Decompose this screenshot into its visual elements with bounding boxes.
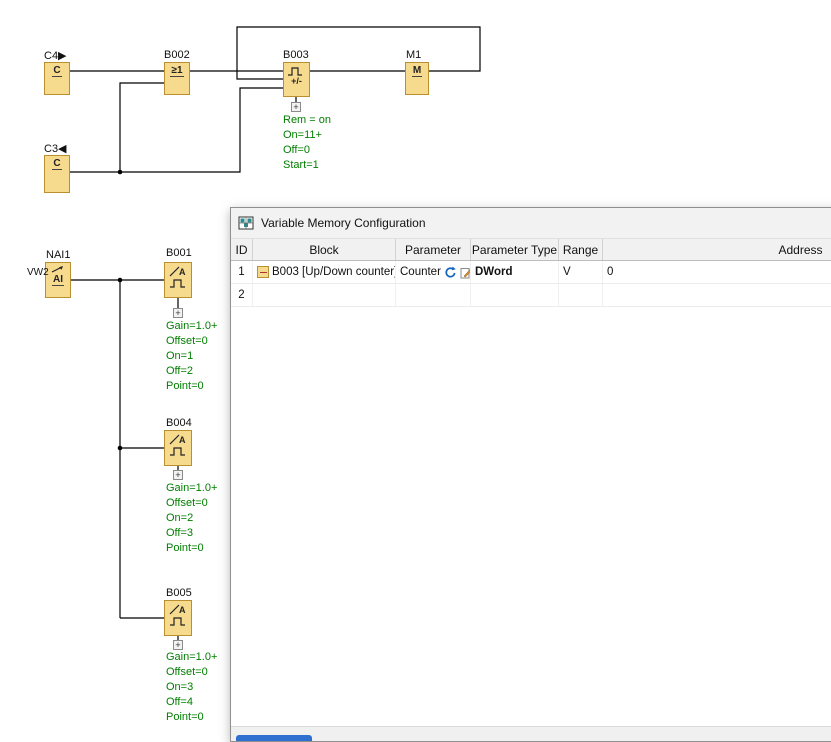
cell-id: 1 bbox=[231, 261, 253, 283]
block-b002[interactable]: ≥1 bbox=[164, 62, 190, 95]
variable-memory-dialog: Variable Memory Configuration ID Block P… bbox=[230, 207, 831, 742]
block-b004-label: B004 bbox=[166, 417, 192, 429]
column-header-address: Address bbox=[603, 239, 831, 260]
updown-counter-symbol: +/- bbox=[291, 77, 302, 86]
b001-params: Gain=1.0+ Offset=0 On=1 Off=2 Point=0 bbox=[166, 319, 217, 394]
param-line: Off=2 bbox=[166, 364, 217, 379]
expand-params-icon[interactable]: + bbox=[173, 470, 183, 480]
block-c4[interactable]: C bbox=[44, 62, 70, 95]
marker-symbol: M bbox=[412, 65, 422, 77]
counter-symbol: C bbox=[52, 65, 61, 77]
expand-params-icon[interactable]: + bbox=[173, 640, 183, 650]
svg-text:A: A bbox=[179, 605, 186, 615]
block-b001-label: B001 bbox=[166, 247, 192, 259]
column-header-id: ID bbox=[231, 239, 253, 260]
block-m1-label: M1 bbox=[406, 49, 421, 61]
param-line: Off=3 bbox=[166, 526, 217, 541]
block-b005[interactable]: A bbox=[164, 600, 192, 636]
cell-block[interactable]: B003 [Up/Down counter] bbox=[253, 261, 396, 283]
param-line: Gain=1.0+ bbox=[166, 481, 217, 496]
or-gate-symbol: ≥1 bbox=[170, 65, 183, 77]
dialog-title: Variable Memory Configuration bbox=[261, 216, 426, 230]
block-m1[interactable]: M bbox=[405, 62, 429, 95]
column-header-block: Block bbox=[253, 239, 396, 260]
refresh-icon[interactable] bbox=[444, 266, 457, 279]
param-line: On=2 bbox=[166, 511, 217, 526]
param-line: Point=0 bbox=[166, 541, 217, 556]
memory-icon bbox=[238, 215, 254, 231]
param-line: On=11+ bbox=[283, 128, 331, 143]
analog-trigger-icon: A bbox=[167, 265, 189, 291]
b004-params: Gain=1.0+ Offset=0 On=2 Off=3 Point=0 bbox=[166, 481, 217, 556]
counter-symbol: C bbox=[52, 158, 61, 170]
param-line: Off=0 bbox=[283, 143, 331, 158]
table-row[interactable]: 2 bbox=[231, 284, 831, 307]
edit-pencil-icon[interactable] bbox=[460, 266, 471, 279]
expand-params-icon[interactable]: + bbox=[173, 308, 183, 318]
cell-block[interactable] bbox=[253, 284, 396, 306]
analog-arrow-icon bbox=[49, 265, 67, 274]
param-line: Off=4 bbox=[166, 695, 217, 710]
param-line: Point=0 bbox=[166, 710, 217, 725]
block-c4-label: C4▶ bbox=[44, 49, 67, 62]
param-line: Gain=1.0+ bbox=[166, 650, 217, 665]
block-c3[interactable]: C bbox=[44, 155, 70, 193]
memory-table: ID Block Parameter Parameter Type Range … bbox=[231, 239, 831, 726]
block-b001[interactable]: A bbox=[164, 262, 192, 298]
block-b005-label: B005 bbox=[166, 587, 192, 599]
cell-parameter[interactable] bbox=[396, 284, 471, 306]
param-line: On=1 bbox=[166, 349, 217, 364]
cell-address[interactable]: 0 bbox=[603, 261, 831, 283]
cell-parameter-type[interactable]: DWord bbox=[471, 261, 559, 283]
block-b002-label: B002 bbox=[164, 49, 190, 61]
svg-text:A: A bbox=[179, 435, 186, 445]
param-line: Offset=0 bbox=[166, 496, 217, 511]
param-line: Gain=1.0+ bbox=[166, 319, 217, 334]
block-nai1-label: NAI1 bbox=[46, 249, 70, 261]
block-b003[interactable]: +/- bbox=[283, 62, 310, 97]
fbd-canvas[interactable]: C4▶ B002 B003 M1 C3◀ NAI1 VW2 B001 B004 … bbox=[0, 0, 831, 742]
cell-block-text: B003 [Up/Down counter] bbox=[272, 266, 396, 278]
cell-parameter-type[interactable] bbox=[471, 284, 559, 306]
cell-parameter[interactable]: Counter bbox=[396, 261, 471, 283]
nai1-input-label: VW2 bbox=[27, 267, 49, 278]
table-row[interactable]: 1 B003 [Up/Down counter] Counter bbox=[231, 261, 831, 284]
table-empty-area bbox=[231, 307, 831, 726]
analog-input-symbol: AI bbox=[52, 274, 64, 286]
ok-button-partial[interactable] bbox=[236, 735, 312, 741]
table-header-row: ID Block Parameter Parameter Type Range … bbox=[231, 239, 831, 261]
cell-range[interactable]: V bbox=[559, 261, 603, 283]
analog-trigger-icon: A bbox=[167, 603, 189, 629]
column-header-parameter: Parameter bbox=[396, 239, 471, 260]
expand-params-icon[interactable]: + bbox=[291, 102, 301, 112]
block-type-icon bbox=[257, 266, 269, 278]
column-header-range: Range bbox=[559, 239, 603, 260]
param-line: Offset=0 bbox=[166, 334, 217, 349]
block-b003-label: B003 bbox=[283, 49, 309, 61]
column-header-type: Parameter Type bbox=[471, 239, 559, 260]
param-line: Point=0 bbox=[166, 379, 217, 394]
param-line: On=3 bbox=[166, 680, 217, 695]
param-line: Start=1 bbox=[283, 158, 331, 173]
dialog-bottom-strip bbox=[231, 726, 831, 741]
cell-parameter-text: Counter bbox=[400, 266, 441, 278]
cell-address[interactable] bbox=[603, 284, 831, 306]
cell-id: 2 bbox=[231, 284, 253, 306]
param-line: Offset=0 bbox=[166, 665, 217, 680]
cell-range[interactable] bbox=[559, 284, 603, 306]
block-c3-label: C3◀ bbox=[44, 142, 67, 155]
dialog-titlebar[interactable]: Variable Memory Configuration bbox=[231, 208, 831, 239]
param-line: Rem = on bbox=[283, 113, 331, 128]
svg-text:A: A bbox=[179, 267, 186, 277]
block-b004[interactable]: A bbox=[164, 430, 192, 466]
b005-params: Gain=1.0+ Offset=0 On=3 Off=4 Point=0 bbox=[166, 650, 217, 725]
b003-params: Rem = on On=11+ Off=0 Start=1 bbox=[283, 113, 331, 173]
analog-trigger-icon: A bbox=[167, 433, 189, 459]
